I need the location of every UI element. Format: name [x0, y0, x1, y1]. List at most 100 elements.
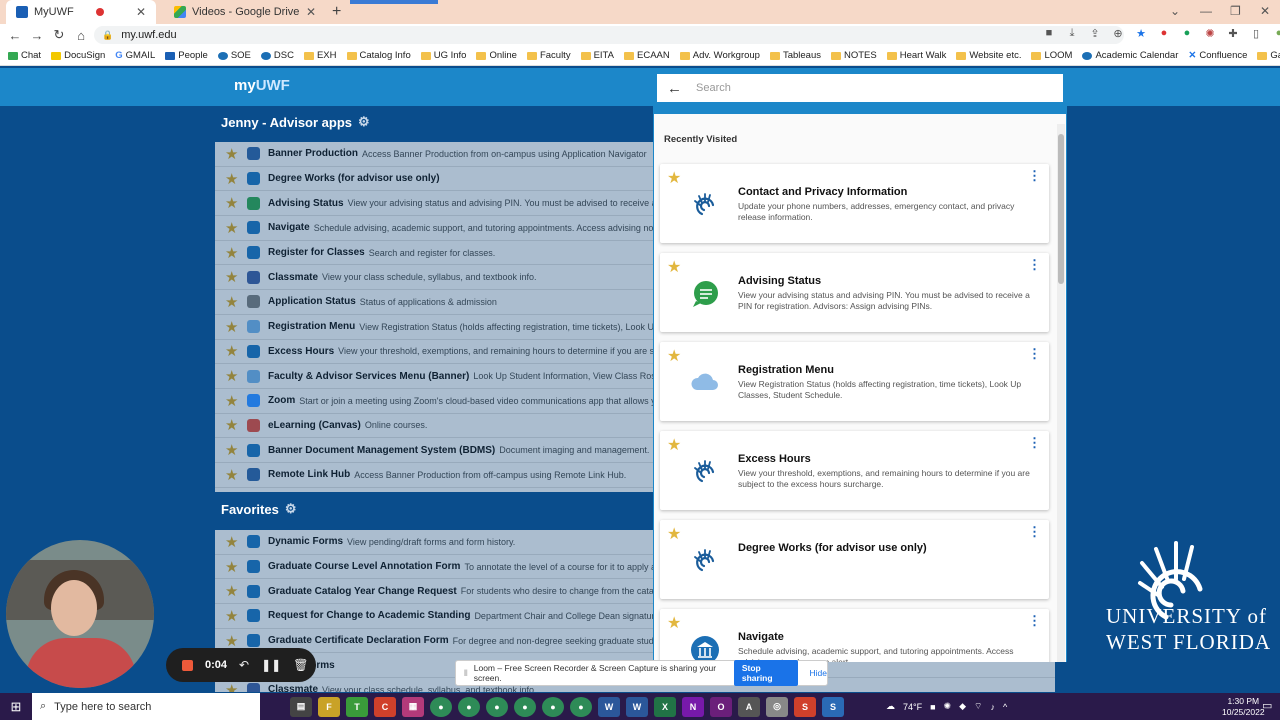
minimize-icon[interactable]: — [1200, 4, 1212, 18]
favorite-star-icon[interactable]: ★ [225, 268, 245, 286]
bookmark-soe[interactable]: SOE [217, 50, 251, 61]
home-icon[interactable]: ⌂ [70, 28, 92, 43]
app-name[interactable]: Excess Hours [268, 346, 334, 357]
bookmark-eita[interactable]: EITA [580, 50, 614, 61]
card-title[interactable]: Advising Status [738, 275, 821, 287]
favorite-star-icon[interactable]: ★ [225, 441, 245, 459]
close-window-icon[interactable]: ✕ [1260, 4, 1270, 18]
extension-icon[interactable]: ✺ [1203, 27, 1217, 40]
task-view-icon[interactable]: ▤ [290, 696, 312, 717]
favorite-star-icon[interactable]: ★ [225, 607, 245, 625]
favorite-star-icon[interactable]: ★ [667, 168, 681, 188]
snagit-icon[interactable]: C [374, 696, 396, 717]
bookmark-dsc[interactable]: DSC [260, 50, 294, 61]
chevron-down-icon[interactable]: ⌄ [1170, 4, 1180, 18]
forward-icon[interactable]: → [26, 28, 48, 43]
bookmark-website-etc[interactable]: Website etc. [956, 50, 1021, 61]
favorite-star-icon[interactable]: ★ [667, 435, 681, 455]
bookmark-docusign[interactable]: DocuSign [51, 50, 105, 61]
weather-temp[interactable]: 74°F [903, 702, 922, 712]
tray-app-icon[interactable]: ■ [930, 702, 935, 712]
app-name[interactable]: eLearning (Canvas) [268, 420, 361, 431]
app-name[interactable]: Graduate Catalog Year Change Request [268, 586, 457, 597]
pause-icon[interactable]: ❚❚ [261, 658, 281, 672]
chrome-icon[interactable]: ● [458, 696, 480, 717]
app-name[interactable]: Remote Link Hub [268, 469, 350, 480]
onenote-icon[interactable]: N [682, 696, 704, 717]
favorite-star-icon[interactable]: ★ [667, 524, 681, 544]
avatar[interactable]: ● [1272, 27, 1280, 40]
loom-extension-icon[interactable]: ● [1157, 27, 1171, 40]
bookmark-online[interactable]: Online [476, 50, 517, 61]
result-card[interactable]: ★ ⋮ Navigate Schedule advising, academic su… [660, 609, 1049, 662]
tray-app-icon[interactable]: ◆ [959, 701, 966, 712]
favorite-star-icon[interactable]: ★ [225, 582, 245, 600]
app-icon[interactable]: O [710, 696, 732, 717]
chrome-icon[interactable]: ● [570, 696, 592, 717]
bookmark-garden[interactable]: Garden [1257, 50, 1280, 61]
app-name[interactable]: Navigate [268, 222, 310, 233]
gear-icon[interactable]: ⚙ [285, 501, 297, 517]
favorite-star-icon[interactable]: ★ [225, 293, 245, 311]
bookmark-tableaus[interactable]: Tableaus [769, 50, 821, 61]
taskbar-search[interactable]: ⌕ Type here to search [32, 693, 260, 720]
bookmark-notes[interactable]: NOTES [831, 50, 877, 61]
kebab-menu-icon[interactable]: ⋮ [1028, 435, 1041, 451]
wifi-icon[interactable]: ⌔ [974, 701, 982, 712]
drag-handle-icon[interactable]: ⦀ [464, 668, 468, 679]
bookmark-adv-workgroup[interactable]: Adv. Workgroup [679, 50, 760, 61]
download-icon[interactable]: ⤓ [1065, 27, 1079, 40]
favorite-star-icon[interactable]: ★ [225, 416, 245, 434]
volume-icon[interactable]: ♪ [990, 702, 995, 712]
app-name[interactable]: Registration Menu [268, 321, 355, 332]
bookmark-heart-walk[interactable]: Heart Walk [886, 50, 946, 61]
bookmark-chat[interactable]: Chat [8, 50, 41, 61]
tab-google-drive[interactable]: Videos - Google Drive ✕ [164, 0, 326, 24]
favorite-star-icon[interactable]: ★ [225, 318, 245, 336]
bookmark-confluence[interactable]: ✕ Confluence [1188, 50, 1247, 61]
word-icon[interactable]: W [598, 696, 620, 717]
search-input[interactable] [696, 82, 1016, 94]
favorite-star-icon[interactable]: ★ [225, 170, 245, 188]
back-icon[interactable]: ← [4, 28, 26, 43]
app-name[interactable]: Register for Classes [268, 247, 365, 258]
calendar-app-icon[interactable]: ▦ [402, 696, 424, 717]
sidebar-icon[interactable]: ▯ [1249, 27, 1263, 40]
app-name[interactable]: Graduate Certificate Declaration Form [268, 635, 449, 646]
chrome-icon[interactable]: ● [430, 696, 452, 717]
kebab-menu-icon[interactable]: ⋮ [1028, 257, 1041, 273]
restore-icon[interactable]: ❐ [1230, 4, 1241, 18]
result-card[interactable]: ★ ⋮ Registration Menu View Registration Sta… [660, 342, 1049, 421]
bookmark-gmail[interactable]: G GMAIL [115, 50, 155, 61]
app-name[interactable]: Degree Works (for advisor use only) [268, 173, 440, 184]
bookmark-faculty[interactable]: Faculty [526, 50, 571, 61]
kebab-menu-icon[interactable]: ⋮ [1028, 168, 1041, 184]
card-title[interactable]: Contact and Privacy Information [738, 186, 907, 198]
card-title[interactable]: Degree Works (for advisor use only) [738, 542, 927, 554]
stop-recording-button[interactable] [182, 659, 193, 671]
card-title[interactable]: Registration Menu [738, 364, 834, 376]
bookmark-exh[interactable]: EXH [303, 50, 337, 61]
result-card[interactable]: ★ ⋮ Advising Status View your advising stat… [660, 253, 1049, 332]
app-name[interactable]: Classmate [268, 684, 318, 692]
favorite-star-icon[interactable]: ★ [225, 533, 245, 551]
word-icon[interactable]: W [626, 696, 648, 717]
close-tab-icon[interactable]: ✕ [136, 5, 146, 19]
stop-sharing-button[interactable]: Stop sharing [733, 660, 798, 686]
new-tab-icon[interactable]: + [332, 3, 341, 21]
favorite-star-icon[interactable]: ★ [225, 145, 245, 163]
acrobat-icon[interactable]: A [738, 696, 760, 717]
back-arrow-icon[interactable]: ← [667, 80, 682, 97]
favorite-star-icon[interactable]: ★ [225, 194, 245, 212]
favorite-star-icon[interactable]: ★ [225, 244, 245, 262]
zoom-icon[interactable]: ⊕ [1111, 27, 1125, 40]
result-card[interactable]: ★ ⋮ Excess Hours View your threshold, exemp… [660, 431, 1049, 510]
puzzle-icon[interactable]: ✚ [1226, 27, 1240, 40]
share-icon[interactable]: ⇪ [1088, 27, 1102, 40]
app-name[interactable]: Classmate [268, 272, 318, 283]
bookmark-academic-calendar[interactable]: Academic Calendar [1082, 50, 1178, 61]
favorite-star-icon[interactable]: ★ [225, 392, 245, 410]
reload-icon[interactable]: ↻ [48, 27, 70, 43]
favorite-star-icon[interactable]: ★ [667, 613, 681, 633]
undo-icon[interactable]: ↶ [239, 658, 249, 672]
